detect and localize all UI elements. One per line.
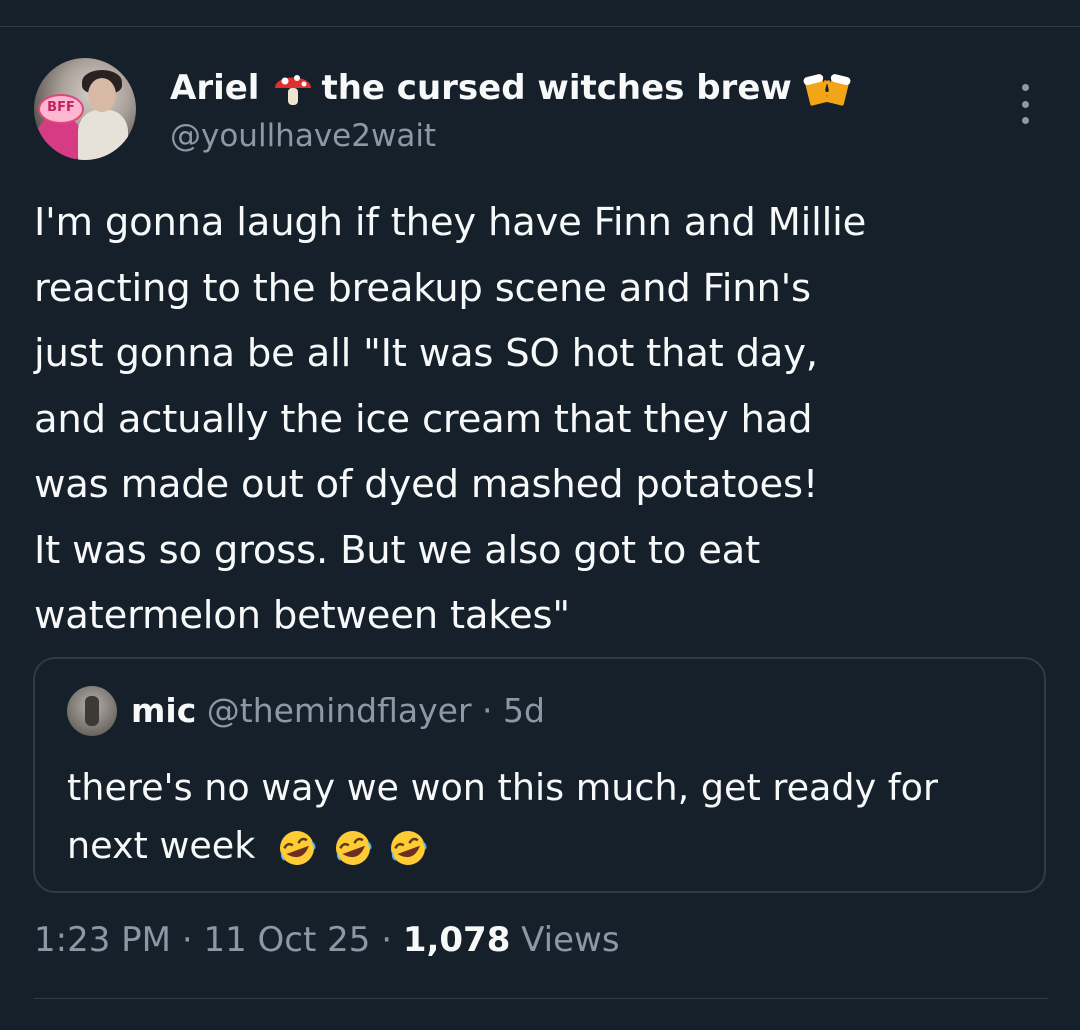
author-name-part2: the cursed witches brew — [321, 68, 792, 108]
emoji-group — [263, 824, 430, 867]
more-dot — [1021, 84, 1029, 91]
views-count: 1,078 — [402, 920, 511, 960]
avatar-shirt — [78, 110, 128, 160]
quote-separator: · — [482, 691, 493, 730]
author-handle[interactable]: @youllhave2wait — [170, 118, 436, 154]
quote-text-line: there's no way we won this much, get rea… — [67, 766, 938, 809]
tweet-text-line: watermelon between takes" — [34, 593, 570, 638]
tweet-text: I'm gonna laugh if they have Finn and Mi… — [34, 190, 1044, 649]
bottom-divider — [34, 998, 1048, 999]
more-dot — [1021, 100, 1029, 108]
quote-text: there's no way we won this much, get rea… — [67, 759, 1027, 875]
quote-text-line: next week — [67, 824, 256, 867]
top-divider — [0, 26, 1080, 27]
tweet-time[interactable]: 1:23 PM — [34, 920, 171, 960]
more-dot — [1021, 117, 1029, 124]
quote-author-name[interactable]: mic — [131, 691, 196, 730]
tweet-text-line: just gonna be all "It was SO hot that da… — [34, 331, 818, 376]
quote-age: 5d — [503, 691, 545, 730]
avatar-bff-badge: BFF — [38, 94, 84, 124]
author-avatar[interactable]: BFF — [34, 58, 136, 160]
quote-text-line-with-emoji: next week — [67, 817, 1027, 875]
mushroom-emoji-icon — [275, 75, 312, 105]
tweet-text-line: I'm gonna laugh if they have Finn and Mi… — [34, 200, 867, 245]
more-vertical-icon[interactable] — [1016, 84, 1034, 124]
tweet-text-line: and actually the ice cream that they had — [34, 396, 813, 442]
quote-author-handle[interactable]: @themindflayer — [207, 691, 472, 730]
footer-separator: · — [181, 920, 193, 960]
footer-separator: · — [381, 920, 392, 960]
tweet-date[interactable]: 11 Oct 25 — [203, 920, 370, 960]
laughing-emoji-icon — [391, 830, 427, 865]
quote-author-avatar[interactable] — [67, 686, 117, 736]
avatar-face — [88, 78, 116, 112]
tweet-text-line: was made out of dyed mashed potatoes! — [34, 462, 819, 507]
laughing-emoji-icon — [279, 830, 316, 865]
tweet-text-line: reacting to the breakup scene and Finn's — [34, 265, 811, 311]
tweet-text-line: It was so gross. But we also got to eat — [34, 527, 760, 573]
views-label: Views — [521, 920, 620, 960]
author-name[interactable]: Ariel the cursed witches brew — [170, 66, 852, 110]
quote-header: mic @themindflayer · 5d — [131, 691, 545, 730]
author-name-part1: Ariel — [170, 68, 260, 108]
laughing-emoji-icon — [335, 830, 372, 865]
beer-mugs-emoji-icon — [803, 74, 851, 106]
quoted-tweet[interactable]: mic @themindflayer · 5d there's no way w… — [33, 657, 1046, 893]
tweet-footer: 1:23 PM · 11 Oct 25 · 1,078 Views — [34, 920, 620, 960]
